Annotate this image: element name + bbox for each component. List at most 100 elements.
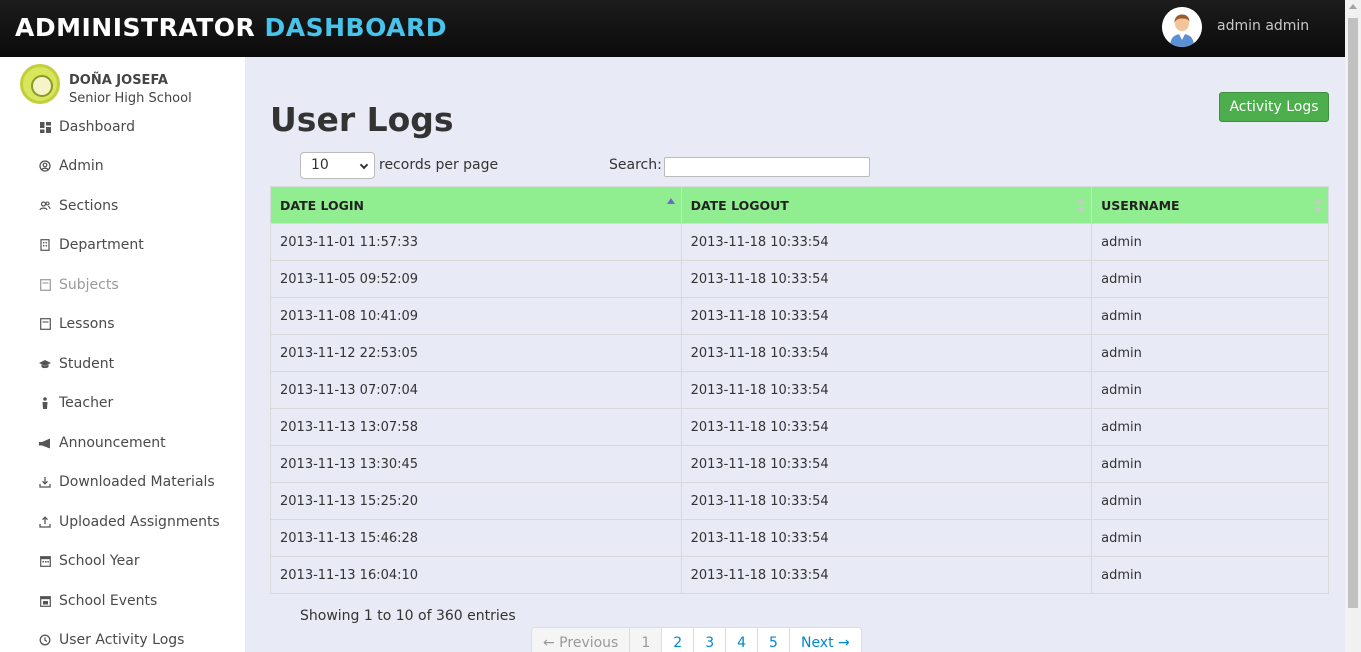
column-header-label: DATE LOGOUT xyxy=(690,197,789,213)
sidebar-item-announcement[interactable]: Announcement xyxy=(39,431,166,455)
sidebar-item-label: Teacher xyxy=(59,395,114,411)
table-row: 2013-11-08 10:41:09 2013-11-18 10:33:54 ad… xyxy=(270,297,1329,335)
sidebar-item-label: Department xyxy=(59,237,144,253)
sidebar-item-label: Downloaded Materials xyxy=(59,474,215,490)
users-icon xyxy=(39,200,51,212)
history-icon xyxy=(39,634,51,646)
sidebar-item-lessons[interactable]: Lessons xyxy=(39,312,115,336)
sort-both-icon[interactable] xyxy=(1077,198,1086,214)
graduation-cap-icon xyxy=(39,358,51,370)
column-header-date-logout[interactable]: DATE LOGOUT xyxy=(680,186,1093,224)
sidebar-item-label: School Year xyxy=(59,553,140,569)
cell-date-logout: 2013-11-18 10:33:54 xyxy=(680,334,1093,372)
username-label[interactable]: admin admin xyxy=(1217,18,1309,34)
column-header-label: DATE LOGIN xyxy=(280,197,365,213)
table-row: 2013-11-12 22:53:05 2013-11-18 10:33:54 ad… xyxy=(270,334,1329,372)
pagination: ← Previous 1 2 3 4 5 Next → xyxy=(531,627,862,652)
search-label: Search: xyxy=(609,157,662,173)
records-per-page-label: records per page xyxy=(379,157,499,173)
pagination-page-1[interactable]: 1 xyxy=(630,628,663,652)
sidebar-item-label: Announcement xyxy=(59,435,166,451)
sidebar-item-sections[interactable]: Sections xyxy=(39,194,118,218)
sidebar-item-user-activity-logs[interactable]: User Activity Logs xyxy=(39,628,184,652)
cell-username: admin xyxy=(1091,297,1329,335)
cell-date-logout: 2013-11-18 10:33:54 xyxy=(680,556,1093,594)
book-icon xyxy=(39,279,51,291)
sort-both-icon[interactable] xyxy=(1314,198,1322,214)
megaphone-icon xyxy=(39,437,51,449)
cell-date-login: 2013-11-13 07:07:04 xyxy=(270,371,682,409)
sidebar-item-department[interactable]: Department xyxy=(39,233,144,257)
cell-date-login: 2013-11-01 11:57:33 xyxy=(270,223,682,261)
pagination-page-2[interactable]: 2 xyxy=(662,628,695,652)
cell-date-login: 2013-11-13 13:30:45 xyxy=(270,445,682,483)
cell-date-logout: 2013-11-18 10:33:54 xyxy=(680,260,1093,298)
column-header-date-login[interactable]: DATE LOGIN xyxy=(270,186,682,224)
cell-username: admin xyxy=(1091,519,1329,557)
cell-date-logout: 2013-11-18 10:33:54 xyxy=(680,482,1093,520)
scroll-up-arrow-icon[interactable] xyxy=(1349,4,1357,9)
sidebar-item-school-year[interactable]: School Year xyxy=(39,549,140,573)
sidebar-item-downloaded-materials[interactable]: Downloaded Materials xyxy=(39,470,215,494)
sidebar-item-label: Dashboard xyxy=(59,119,135,135)
sidebar-item-label: School Events xyxy=(59,593,158,609)
upload-icon xyxy=(39,516,51,528)
school-name-line1: DOÑA JOSEFA xyxy=(69,73,168,88)
cell-date-login: 2013-11-13 15:25:20 xyxy=(270,482,682,520)
sidebar-item-label: Uploaded Assignments xyxy=(59,514,220,530)
cell-username: admin xyxy=(1091,445,1329,483)
sidebar-item-teacher[interactable]: Teacher xyxy=(39,391,113,415)
pagination-next-button[interactable]: Next → xyxy=(789,628,861,652)
table-row: 2013-11-13 15:46:28 2013-11-18 10:33:54 ad… xyxy=(270,519,1329,557)
search-input[interactable] xyxy=(664,157,870,177)
pagination-page-3[interactable]: 3 xyxy=(694,628,727,652)
table-header-row: DATE LOGIN DATE LOGOUT USERNAME xyxy=(270,186,1329,224)
cell-date-logout: 2013-11-18 10:33:54 xyxy=(680,445,1093,483)
cell-username: admin xyxy=(1091,334,1329,372)
teacher-icon xyxy=(39,397,51,409)
sort-ascending-icon[interactable] xyxy=(666,198,675,214)
cell-date-logout: 2013-11-18 10:33:54 xyxy=(680,408,1093,446)
pagination-page-4[interactable]: 4 xyxy=(726,628,759,652)
pagination-page-5[interactable]: 5 xyxy=(758,628,790,652)
avatar[interactable] xyxy=(1162,7,1202,47)
column-header-username[interactable]: USERNAME xyxy=(1091,186,1329,224)
book-icon xyxy=(39,318,51,330)
calendar-icon xyxy=(39,555,51,567)
school-logo-icon xyxy=(20,64,60,104)
calendar-icon xyxy=(39,595,51,607)
school-name: DOÑA JOSEFA Senior High School xyxy=(69,72,192,108)
page-title: User Logs xyxy=(270,100,454,139)
sidebar-item-label: User Activity Logs xyxy=(59,632,185,648)
activity-logs-button[interactable]: Activity Logs xyxy=(1219,92,1329,122)
cell-username: admin xyxy=(1091,408,1329,446)
school-name-line2: Senior High School xyxy=(69,91,192,106)
column-header-label: USERNAME xyxy=(1101,197,1180,213)
sidebar-item-subjects[interactable]: Subjects xyxy=(39,273,119,297)
cell-username: admin xyxy=(1091,482,1329,520)
sidebar-item-label: Subjects xyxy=(59,277,119,293)
sidebar-item-dashboard[interactable]: Dashboard xyxy=(39,115,135,139)
app-title-accent: DASHBOARD xyxy=(264,13,448,42)
download-icon xyxy=(39,476,51,488)
sidebar-item-school-events[interactable]: School Events xyxy=(39,589,157,613)
cell-date-login: 2013-11-12 22:53:05 xyxy=(270,334,682,372)
cell-username: admin xyxy=(1091,556,1329,594)
cell-date-login: 2013-11-13 15:46:28 xyxy=(270,519,682,557)
cell-date-logout: 2013-11-18 10:33:54 xyxy=(680,297,1093,335)
table-row: 2013-11-13 13:30:45 2013-11-18 10:33:54 ad… xyxy=(270,445,1329,483)
user-avatar-icon xyxy=(1162,7,1202,47)
page-scrollbar[interactable] xyxy=(1345,0,1361,652)
cell-date-logout: 2013-11-18 10:33:54 xyxy=(680,519,1093,557)
sidebar-item-label: Lessons xyxy=(59,316,115,332)
cell-date-login: 2013-11-08 10:41:09 xyxy=(270,297,682,335)
app-title-main: ADMINISTRATOR xyxy=(15,13,256,42)
pagination-previous-button[interactable]: ← Previous xyxy=(532,628,631,652)
cell-username: admin xyxy=(1091,260,1329,298)
sidebar-item-admin[interactable]: Admin xyxy=(39,154,104,178)
records-per-page-select[interactable]: 10 xyxy=(300,152,375,179)
sidebar-item-uploaded-assignments[interactable]: Uploaded Assignments xyxy=(39,510,220,534)
scroll-thumb[interactable] xyxy=(1348,18,1358,608)
user-logs-table: DATE LOGIN DATE LOGOUT USERNAME 2013-11-… xyxy=(270,186,1329,594)
sidebar-item-student[interactable]: Student xyxy=(39,352,114,376)
